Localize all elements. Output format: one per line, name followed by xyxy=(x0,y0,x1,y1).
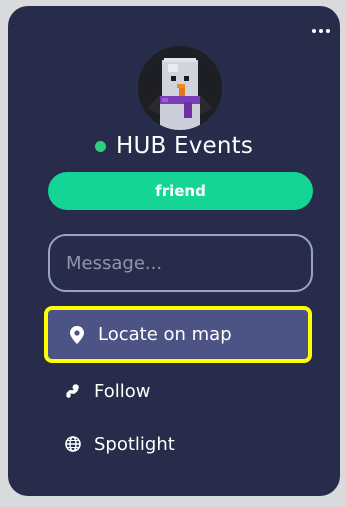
ellipsis-icon xyxy=(319,29,323,33)
spotlight-label: Spotlight xyxy=(94,433,175,455)
profile-name-row: HUB Events xyxy=(8,133,340,159)
more-options-button[interactable] xyxy=(310,24,332,38)
follow-label: Follow xyxy=(94,380,151,402)
spotlight-button[interactable]: Spotlight xyxy=(44,419,312,469)
ellipsis-icon xyxy=(312,29,316,33)
friend-button[interactable]: friend xyxy=(48,172,313,210)
follow-icon xyxy=(64,382,82,400)
user-name: HUB Events xyxy=(115,133,254,159)
map-pin-icon xyxy=(68,325,86,344)
avatar xyxy=(138,46,222,130)
locate-on-map-button[interactable]: Locate on map xyxy=(44,306,312,363)
ellipsis-icon xyxy=(326,29,330,33)
locate-on-map-label: Locate on map xyxy=(98,324,232,345)
snowman-avatar-icon xyxy=(138,46,222,130)
online-status-dot xyxy=(94,140,106,152)
user-profile-card: HUB Events friend Locate on map Follow xyxy=(8,6,340,496)
globe-icon xyxy=(64,435,82,453)
message-input[interactable] xyxy=(48,234,313,292)
follow-button[interactable]: Follow xyxy=(44,366,312,416)
